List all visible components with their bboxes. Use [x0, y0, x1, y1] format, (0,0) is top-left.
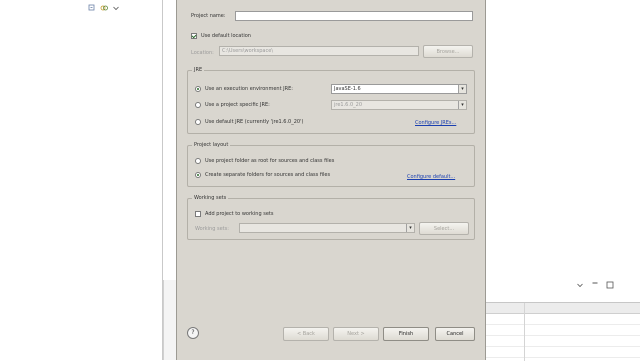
finish-button[interactable]: Finish: [383, 327, 429, 341]
add-to-working-sets-label: Add project to working sets: [205, 211, 274, 217]
select-working-sets-button[interactable]: Select...: [419, 222, 469, 235]
project-specific-jre-select[interactable]: jre1.6.0_20 ▾: [331, 100, 467, 110]
package-explorer-view: [0, 0, 162, 360]
configure-jres-link[interactable]: Configure JREs...: [415, 120, 456, 126]
separate-folders-layout-radio[interactable]: [195, 172, 201, 178]
project-specific-jre-label: Use a project specific JRE:: [205, 102, 270, 108]
project-specific-jre-value: jre1.6.0_20: [334, 102, 362, 108]
browse-button[interactable]: Browse...: [423, 45, 473, 58]
execution-environment-radio[interactable]: [195, 86, 201, 92]
working-sets-group-title: Working sets: [192, 195, 229, 201]
configure-default-link[interactable]: Configure default...: [407, 174, 455, 180]
next-button[interactable]: Next >: [333, 327, 379, 341]
location-input[interactable]: C:\Users\workspace\: [219, 46, 419, 56]
bottom-view-edge: [163, 280, 176, 360]
use-default-location-checkbox[interactable]: [191, 33, 197, 39]
new-java-project-dialog: Project name: Use default location Locat…: [176, 0, 486, 360]
separate-folders-layout-label: Create separate folders for sources and …: [205, 172, 331, 178]
single-folder-layout-label: Use project folder as root for sources a…: [205, 158, 335, 164]
default-jre-radio[interactable]: [195, 119, 201, 125]
cancel-button[interactable]: Cancel: [435, 327, 475, 341]
table-row: [486, 314, 640, 325]
execution-environment-select[interactable]: JavaSE-1.6 ▾: [331, 84, 467, 94]
single-folder-layout-radio[interactable]: [195, 158, 201, 164]
working-sets-label: Working sets:: [195, 226, 229, 232]
project-specific-jre-radio[interactable]: [195, 102, 201, 108]
table-row: [486, 336, 640, 347]
column-divider: [524, 303, 525, 361]
project-name-label: Project name:: [191, 13, 226, 19]
jre-group-title: JRE: [192, 67, 205, 73]
back-button[interactable]: < Back: [283, 327, 329, 341]
default-jre-label: Use default JRE (currently 'jre1.6.0_20'…: [205, 119, 304, 125]
execution-environment-value: JavaSE-1.6: [334, 86, 361, 92]
help-icon[interactable]: ?: [187, 327, 199, 339]
use-default-location-label: Use default location: [201, 33, 251, 39]
project-layout-group: Project layout: [187, 142, 475, 187]
chevron-down-icon: ▾: [458, 85, 466, 93]
minimize-icon[interactable]: [576, 281, 584, 289]
problems-table: [486, 302, 640, 361]
working-sets-select[interactable]: ▾: [239, 223, 415, 233]
view-menu-icon[interactable]: [112, 4, 120, 12]
project-name-input[interactable]: [235, 11, 473, 21]
link-editor-icon[interactable]: [100, 4, 108, 12]
add-to-working-sets-checkbox[interactable]: [195, 211, 201, 217]
project-layout-group-title: Project layout: [192, 142, 231, 148]
collapse-all-icon[interactable]: [88, 4, 96, 12]
location-label: Location:: [191, 50, 214, 56]
execution-environment-label: Use an execution environment JRE:: [205, 86, 293, 92]
table-row: [486, 325, 640, 336]
chevron-down-icon: ▾: [406, 224, 414, 232]
table-row: [486, 347, 640, 358]
table-header: [486, 303, 640, 314]
chevron-down-icon: ▾: [458, 101, 466, 109]
maximize-icon[interactable]: [591, 281, 599, 289]
package-explorer-toolbar: [88, 2, 120, 14]
close-icon[interactable]: [606, 281, 614, 289]
bottom-view-toolbar: [576, 281, 614, 289]
